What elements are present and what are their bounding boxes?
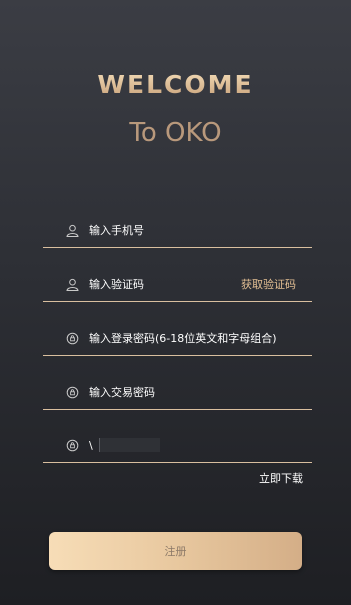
verification-code-placeholder: 输入验证码 — [89, 278, 144, 291]
masked-input-area — [98, 438, 160, 452]
user-icon — [65, 223, 79, 237]
invite-code-field[interactable]: \ — [43, 428, 312, 463]
user-icon — [65, 277, 79, 291]
phone-field[interactable]: 输入手机号 — [43, 213, 312, 248]
register-button[interactable]: 注册 — [49, 532, 302, 570]
lock-icon — [65, 331, 79, 345]
login-password-field[interactable]: 输入登录密码(6-18位英文和字母组合) — [43, 321, 312, 356]
verification-code-field[interactable]: 输入验证码 获取验证码 — [43, 267, 312, 302]
app-subtitle: To OKO — [129, 118, 222, 148]
lock-icon — [65, 438, 79, 452]
trade-password-field[interactable]: 输入交易密码 — [43, 375, 312, 410]
lock-icon — [65, 385, 79, 399]
get-code-button[interactable]: 获取验证码 — [241, 276, 296, 292]
login-password-placeholder: 输入登录密码(6-18位英文和字母组合) — [89, 332, 277, 345]
invite-code-value: \ — [89, 438, 93, 452]
trade-password-placeholder: 输入交易密码 — [89, 386, 155, 399]
welcome-title: WELCOME — [0, 70, 351, 99]
download-now-link[interactable]: 立即下载 — [259, 470, 303, 486]
phone-input-placeholder: 输入手机号 — [89, 224, 144, 237]
